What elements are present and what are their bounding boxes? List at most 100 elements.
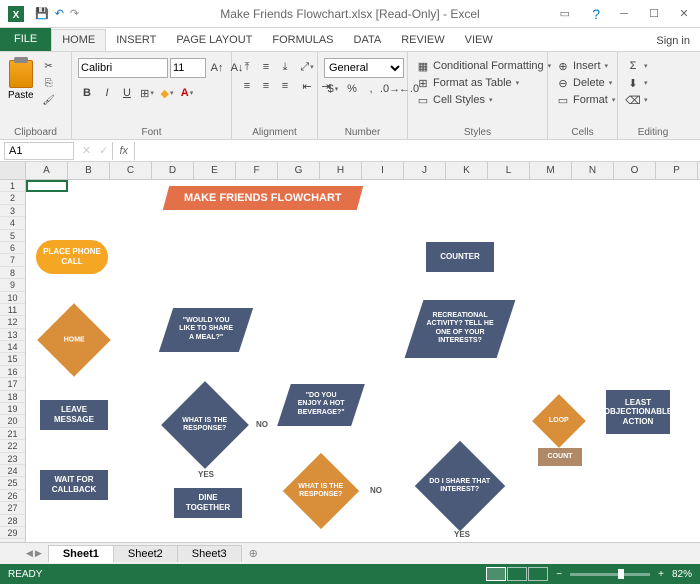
minimize-button[interactable]: ─: [610, 4, 638, 24]
flowchart-title[interactable]: MAKE FRIENDS FLOWCHART: [163, 186, 363, 210]
italic-button[interactable]: I: [98, 84, 116, 102]
col-header[interactable]: H: [320, 162, 362, 179]
col-header[interactable]: B: [68, 162, 110, 179]
view-page-break-button[interactable]: [528, 567, 548, 581]
cut-button[interactable]: ✂: [40, 58, 58, 74]
row-header[interactable]: 8: [0, 267, 25, 279]
align-center-button[interactable]: ≡: [257, 77, 275, 95]
decrease-indent-button[interactable]: ⇤: [298, 77, 316, 95]
format-painter-button[interactable]: 🖌: [40, 92, 58, 108]
shape-hot-beverage[interactable]: "DO YOU ENJOY A HOT BEVERAGE?": [277, 384, 365, 426]
percent-button[interactable]: %: [343, 80, 361, 98]
zoom-level[interactable]: 82%: [672, 569, 692, 580]
tab-insert[interactable]: INSERT: [106, 29, 166, 51]
maximize-button[interactable]: ☐: [640, 4, 668, 24]
row-header[interactable]: 6: [0, 242, 25, 254]
zoom-out-button[interactable]: −: [556, 569, 562, 580]
cell-grid[interactable]: MAKE FRIENDS FLOWCHART PLACE PHONE CALL …: [26, 180, 700, 542]
cancel-formula-icon[interactable]: ✕: [78, 144, 95, 157]
col-header[interactable]: L: [488, 162, 530, 179]
cell-styles-button[interactable]: ▭Cell Styles: [414, 92, 494, 108]
border-button[interactable]: ⊞: [138, 84, 156, 102]
tab-review[interactable]: REVIEW: [391, 29, 454, 51]
shape-leave-message[interactable]: LEAVE MESSAGE: [40, 400, 108, 430]
number-format-select[interactable]: General: [324, 58, 404, 78]
paste-button[interactable]: Paste: [6, 58, 36, 103]
shape-place-phone-call[interactable]: PLACE PHONE CALL: [36, 240, 108, 274]
row-header[interactable]: 5: [0, 230, 25, 242]
font-family-select[interactable]: [78, 58, 168, 78]
row-header[interactable]: 28: [0, 515, 25, 527]
col-header[interactable]: G: [278, 162, 320, 179]
sheet-tab-3[interactable]: Sheet3: [177, 545, 242, 562]
row-header[interactable]: 20: [0, 415, 25, 427]
row-header[interactable]: 1: [0, 180, 25, 192]
col-header[interactable]: D: [152, 162, 194, 179]
col-header[interactable]: O: [614, 162, 656, 179]
row-header[interactable]: 4: [0, 217, 25, 229]
shape-share-interest[interactable]: DO I SHARE THAT INTEREST?: [424, 450, 496, 522]
flowchart-drawing[interactable]: MAKE FRIENDS FLOWCHART PLACE PHONE CALL …: [26, 180, 700, 542]
sheet-tab-1[interactable]: Sheet1: [48, 545, 114, 563]
font-color-button[interactable]: A: [178, 84, 196, 102]
sheet-tab-2[interactable]: Sheet2: [113, 545, 178, 562]
fx-icon[interactable]: fx: [112, 142, 135, 160]
help-icon[interactable]: ?: [592, 6, 600, 22]
underline-button[interactable]: U: [118, 84, 136, 102]
col-header[interactable]: I: [362, 162, 404, 179]
row-header[interactable]: 3: [0, 205, 25, 217]
shape-counter[interactable]: COUNTER: [426, 242, 494, 272]
align-left-button[interactable]: ≡: [238, 77, 256, 95]
format-cells-button[interactable]: ▭Format: [554, 92, 617, 108]
row-header[interactable]: 27: [0, 502, 25, 514]
tab-page-layout[interactable]: PAGE LAYOUT: [166, 29, 262, 51]
shape-response-1[interactable]: WHAT IS THE RESPONSE?: [170, 390, 240, 460]
view-normal-button[interactable]: [486, 567, 506, 581]
fill-color-button[interactable]: ◆: [158, 84, 176, 102]
qat-save-icon[interactable]: 💾: [35, 7, 49, 20]
row-header[interactable]: 11: [0, 304, 25, 316]
conditional-formatting-button[interactable]: ▦Conditional Formatting: [414, 58, 553, 74]
align-right-button[interactable]: ≡: [276, 77, 294, 95]
enter-formula-icon[interactable]: ✓: [95, 144, 112, 157]
row-header[interactable]: 29: [0, 527, 25, 539]
sheet-nav-next-icon[interactable]: ▶: [35, 548, 42, 559]
shape-share-meal[interactable]: "WOULD YOU LIKE TO SHARE A MEAL?": [159, 308, 253, 352]
row-header[interactable]: 13: [0, 329, 25, 341]
view-page-layout-button[interactable]: [507, 567, 527, 581]
col-header[interactable]: P: [656, 162, 698, 179]
row-header[interactable]: 9: [0, 279, 25, 291]
row-header[interactable]: 16: [0, 366, 25, 378]
tab-home[interactable]: HOME: [51, 29, 106, 51]
shape-count[interactable]: COUNT: [538, 448, 582, 466]
qat-undo-icon[interactable]: ↶: [55, 7, 64, 20]
shape-wait-callback[interactable]: WAIT FOR CALLBACK: [40, 470, 108, 500]
shape-loop[interactable]: LOOP: [536, 398, 582, 444]
row-header[interactable]: 15: [0, 353, 25, 365]
increase-font-button[interactable]: A↑: [208, 59, 226, 77]
row-header[interactable]: 23: [0, 453, 25, 465]
align-bottom-button[interactable]: ⤓: [276, 58, 294, 76]
name-box[interactable]: [4, 142, 74, 160]
zoom-in-button[interactable]: +: [658, 569, 664, 580]
accounting-format-button[interactable]: $: [324, 80, 342, 98]
align-middle-button[interactable]: ≡: [257, 58, 275, 76]
font-size-select[interactable]: [170, 58, 206, 78]
col-header[interactable]: K: [446, 162, 488, 179]
row-header[interactable]: 12: [0, 316, 25, 328]
copy-button[interactable]: ⎘: [40, 75, 58, 91]
row-header[interactable]: 7: [0, 254, 25, 266]
file-tab[interactable]: FILE: [0, 27, 51, 51]
row-header[interactable]: 21: [0, 428, 25, 440]
zoom-slider[interactable]: [570, 573, 650, 576]
select-all-corner[interactable]: [0, 162, 26, 179]
col-header[interactable]: A: [26, 162, 68, 179]
qat-redo-icon[interactable]: ↷: [70, 7, 79, 20]
col-header[interactable]: E: [194, 162, 236, 179]
bold-button[interactable]: B: [78, 84, 96, 102]
tab-data[interactable]: DATA: [344, 29, 392, 51]
formula-bar[interactable]: [135, 142, 700, 160]
col-header[interactable]: F: [236, 162, 278, 179]
align-top-button[interactable]: ⤒: [238, 58, 256, 76]
shape-recreational[interactable]: RECREATIONAL ACTIVITY? TELL HE ONE OF YO…: [405, 300, 516, 358]
